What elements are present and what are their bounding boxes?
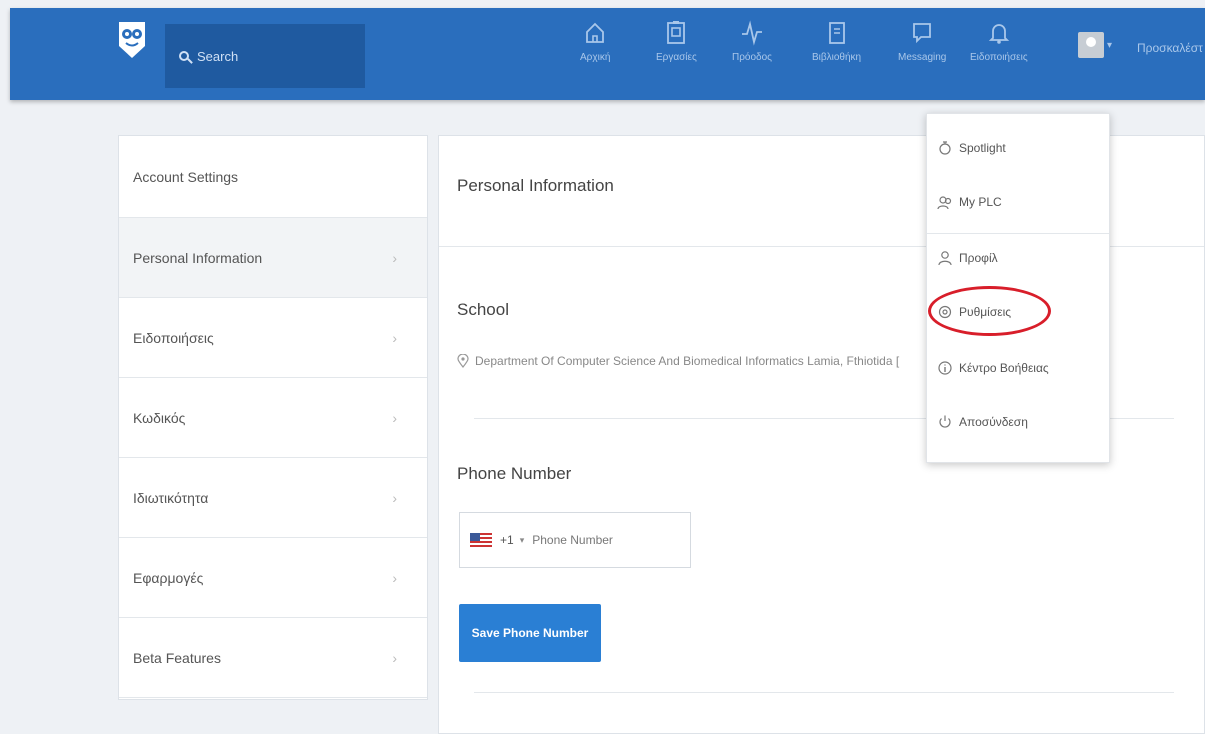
plc-icon: [937, 196, 952, 210]
home-icon: [586, 22, 605, 43]
phone-number-input[interactable]: [532, 533, 663, 547]
location-pin-icon: [457, 354, 469, 368]
nav-messaging-label: Messaging: [898, 52, 947, 63]
nav-home[interactable]: Αρχική: [580, 20, 610, 90]
nav-messaging[interactable]: Messaging: [898, 20, 946, 90]
menu-item-label: Κέντρο Βοήθειας: [959, 361, 1049, 375]
chevron-right-icon: ›: [392, 249, 397, 266]
save-phone-number-button[interactable]: Save Phone Number: [459, 604, 601, 662]
bell-icon: [988, 24, 1010, 44]
nav-library-label: Βιβλιοθήκη: [812, 52, 862, 63]
school-label: School: [457, 300, 509, 319]
nav-assignments-label: Εργασίες: [656, 52, 697, 63]
country-code[interactable]: +1: [500, 533, 514, 547]
sidebar-item-label: Ειδοποιήσεις: [133, 329, 214, 346]
sidebar-header-label: Account Settings: [133, 168, 239, 185]
nav-assignments[interactable]: Εργασίες: [656, 20, 697, 90]
menu-item-spotlight[interactable]: Spotlight: [937, 140, 1006, 156]
profile-icon: [938, 251, 952, 266]
page: Αρχική Εργασίες Πρόοδος Βιβλιοθήκη Messa…: [0, 0, 1205, 734]
search-input[interactable]: [197, 48, 337, 64]
menu-item-profile[interactable]: Προφίλ: [937, 250, 998, 266]
sidebar-header: Account Settings: [119, 136, 427, 218]
chevron-right-icon: ›: [392, 489, 397, 506]
chevron-right-icon: ›: [392, 649, 397, 666]
sidebar-item-privacy[interactable]: Ιδιωτικότητα ›: [119, 458, 427, 538]
help-icon: [938, 361, 952, 375]
sidebar-item-label: Ιδιωτικότητα: [133, 489, 209, 506]
power-icon: [939, 415, 951, 428]
search-box[interactable]: [165, 24, 365, 88]
spotlight-icon: [939, 141, 951, 155]
sidebar-item-label: Personal Information: [133, 249, 263, 266]
sidebar-item-beta-features[interactable]: Beta Features ›: [119, 618, 427, 698]
messaging-icon: [913, 23, 932, 44]
sidebar-item-label: Κωδικός: [133, 409, 186, 426]
menu-item-label: Spotlight: [959, 141, 1006, 155]
settings-sidebar: Account Settings Personal Information › …: [118, 135, 428, 700]
nav-notifications[interactable]: Ειδοποιήσεις: [970, 20, 1028, 90]
divider: [474, 692, 1174, 693]
assignments-icon: [667, 21, 686, 44]
menu-item-label: Αποσύνδεση: [959, 415, 1028, 429]
edmodo-logo-icon[interactable]: [115, 18, 149, 60]
school-value: Department Of Computer Science And Biome…: [457, 354, 927, 368]
invite-link[interactable]: Προσκαλέστ: [1137, 41, 1203, 55]
us-flag-icon[interactable]: [470, 533, 492, 547]
chevron-down-icon[interactable]: ▾: [1107, 40, 1112, 51]
chevron-down-icon[interactable]: ▾: [520, 535, 525, 546]
menu-item-my-plc[interactable]: My PLC: [937, 194, 1002, 210]
phone-label: Phone Number: [457, 464, 572, 483]
page-title: Personal Information: [457, 176, 614, 195]
library-icon: [828, 22, 845, 44]
sidebar-item-password[interactable]: Κωδικός ›: [119, 378, 427, 458]
progress-icon: [741, 20, 762, 46]
school-name: Department Of Computer Science And Biome…: [475, 354, 900, 368]
chevron-right-icon: ›: [392, 409, 397, 426]
avatar[interactable]: [1078, 32, 1104, 58]
search-icon: [179, 51, 189, 61]
sidebar-item-personal-information[interactable]: Personal Information ›: [119, 218, 427, 298]
settings-highlight-annotation: [928, 286, 1051, 336]
sidebar-item-label: Beta Features: [133, 649, 221, 666]
sidebar-item-apps[interactable]: Εφαρμογές ›: [119, 538, 427, 618]
phone-field[interactable]: +1 ▾: [459, 512, 691, 568]
menu-item-logout[interactable]: Αποσύνδεση: [937, 414, 1028, 430]
menu-item-label: My PLC: [959, 195, 1002, 209]
nav-progress[interactable]: Πρόοδος: [732, 20, 772, 90]
nav-library[interactable]: Βιβλιοθήκη: [812, 20, 861, 90]
chevron-right-icon: ›: [392, 329, 397, 346]
nav-notifications-label: Ειδοποιήσεις: [970, 52, 1028, 63]
divider: [927, 233, 1109, 234]
menu-item-help-center[interactable]: Κέντρο Βοήθειας: [937, 360, 1049, 376]
sidebar-item-label: Εφαρμογές: [133, 569, 204, 586]
top-navigation-bar: Αρχική Εργασίες Πρόοδος Βιβλιοθήκη Messa…: [10, 8, 1205, 100]
nav-progress-label: Πρόοδος: [732, 52, 772, 63]
chevron-right-icon: ›: [392, 569, 397, 586]
sidebar-item-notifications[interactable]: Ειδοποιήσεις ›: [119, 298, 427, 378]
menu-item-label: Προφίλ: [959, 251, 998, 265]
nav-home-label: Αρχική: [580, 52, 611, 63]
